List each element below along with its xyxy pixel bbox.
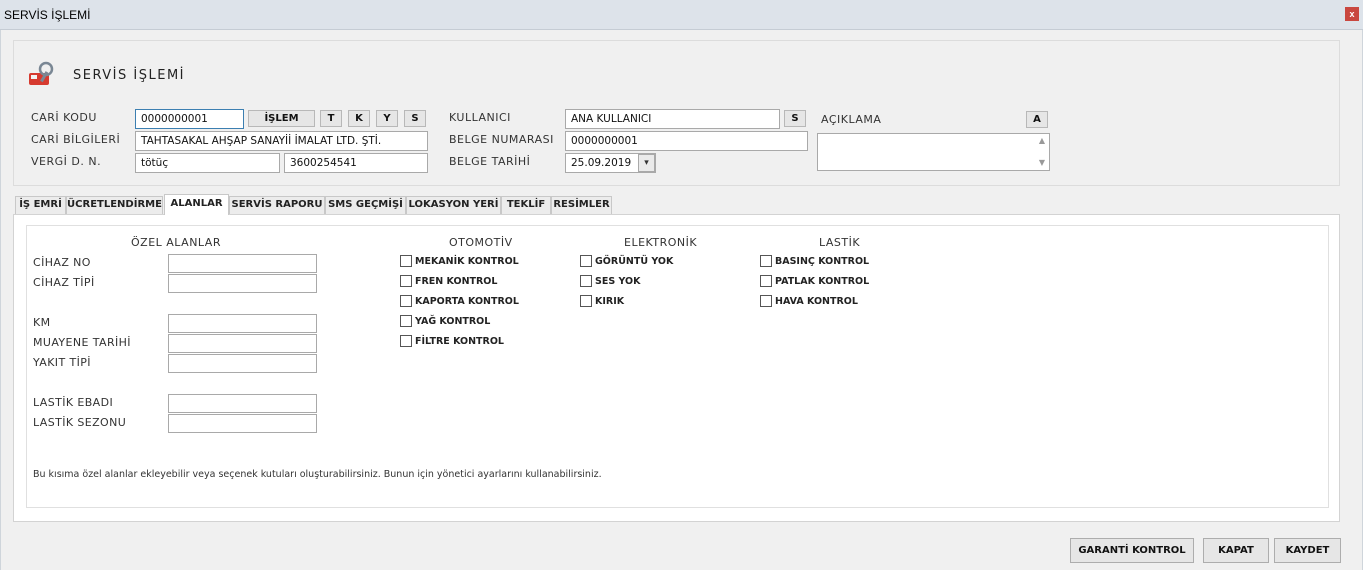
fren-kontrol-checkbox[interactable]: FREN KONTROL <box>400 275 497 287</box>
cari-kodu-input[interactable]: 0000000001 <box>135 109 244 129</box>
tab-servis-raporu[interactable]: SERVİS RAPORU <box>229 196 325 214</box>
tab-lokasyon-yeri[interactable]: LOKASYON YERİ <box>406 196 501 214</box>
vergi-label: VERGİ D. N. <box>31 155 102 168</box>
garanti-kontrol-button[interactable]: GARANTİ KONTROL <box>1070 538 1194 563</box>
lastik-title: LASTİK <box>819 236 861 249</box>
kullanici-s-button[interactable]: S <box>784 110 806 127</box>
custom-fields-panel: ÖZEL ALANLAR CİHAZ NO CİHAZ TİPİ KM MUAY… <box>26 225 1329 508</box>
otomotiv-title: OTOMOTİV <box>449 236 513 249</box>
kullanici-input[interactable]: ANA KULLANICI <box>565 109 780 129</box>
km-input[interactable] <box>168 314 317 333</box>
scroll-up-icon[interactable]: ▲ <box>1037 136 1047 146</box>
kullanici-label: KULLANICI <box>449 111 511 124</box>
aciklama-textarea[interactable]: ▲ ▼ <box>817 133 1050 171</box>
cihaz-tipi-input[interactable] <box>168 274 317 293</box>
belge-tarihi-label: BELGE TARİHİ <box>449 155 531 168</box>
close-icon[interactable]: x <box>1345 7 1359 21</box>
k-button[interactable]: K <box>348 110 370 127</box>
hava-kontrol-checkbox[interactable]: HAVA KONTROL <box>760 295 858 307</box>
lastik-ebadi-input[interactable] <box>168 394 317 413</box>
tab-ucretlendirme[interactable]: ÜCRETLENDİRME <box>66 196 163 214</box>
aciklama-label: AÇIKLAMA <box>821 113 882 126</box>
cihaz-tipi-label: CİHAZ TİPİ <box>33 276 95 289</box>
page-title: SERVİS İŞLEMİ <box>73 68 185 83</box>
yag-kontrol-checkbox[interactable]: YAĞ KONTROL <box>400 315 490 327</box>
cihaz-no-label: CİHAZ NO <box>33 256 91 269</box>
km-label: KM <box>33 316 51 329</box>
islem-button[interactable]: İŞLEM <box>248 110 315 127</box>
scroll-down-icon[interactable]: ▼ <box>1037 158 1047 168</box>
yakit-tipi-input[interactable] <box>168 354 317 373</box>
header-panel: SERVİS İŞLEMİ CARİ KODU 0000000001 İŞLEM… <box>13 40 1340 186</box>
window-body: SERVİS İŞLEMİ CARİ KODU 0000000001 İŞLEM… <box>0 30 1363 570</box>
tab-teklif[interactable]: TEKLİF <box>501 196 551 214</box>
cihaz-no-input[interactable] <box>168 254 317 273</box>
cari-kodu-label: CARİ KODU <box>31 111 97 124</box>
lastik-sezonu-label: LASTİK SEZONU <box>33 416 127 429</box>
kirik-checkbox[interactable]: KIRIK <box>580 295 624 307</box>
muayene-tarihi-input[interactable] <box>168 334 317 353</box>
kaporta-kontrol-checkbox[interactable]: KAPORTA KONTROL <box>400 295 519 307</box>
window-title: SERVİS İŞLEMİ <box>4 8 91 22</box>
belge-numarasi-input[interactable]: 0000000001 <box>565 131 808 151</box>
s-button[interactable]: S <box>404 110 426 127</box>
vergi-dairesi-input[interactable]: tötüç <box>135 153 280 173</box>
goruntu-yok-checkbox[interactable]: GÖRÜNTÜ YOK <box>580 255 673 267</box>
elektronik-title: ELEKTRONİK <box>624 236 698 249</box>
kaydet-button[interactable]: KAYDET <box>1274 538 1341 563</box>
cari-bilgileri-input[interactable]: TAHTASAKAL AHŞAP SANAYİİ İMALAT LTD. ŞTİ… <box>135 131 428 151</box>
mekanik-kontrol-checkbox[interactable]: MEKANİK KONTROL <box>400 255 519 267</box>
belge-numarasi-label: BELGE NUMARASI <box>449 133 554 146</box>
info-note: Bu kısıma özel alanlar ekleyebilir veya … <box>33 469 602 480</box>
filtre-kontrol-checkbox[interactable]: FİLTRE KONTROL <box>400 335 504 347</box>
lastik-sezonu-input[interactable] <box>168 414 317 433</box>
ozel-alanlar-title: ÖZEL ALANLAR <box>131 236 221 249</box>
t-button[interactable]: T <box>320 110 342 127</box>
tab-alanlar[interactable]: ALANLAR <box>164 194 229 215</box>
tab-resimler[interactable]: RESİMLER <box>551 196 612 214</box>
cari-bilgileri-label: CARİ BİLGİLERİ <box>31 133 121 146</box>
date-dropdown-icon[interactable]: ▾ <box>638 154 655 172</box>
service-logo-icon <box>29 61 54 85</box>
muayene-tarihi-label: MUAYENE TARİHİ <box>33 336 131 349</box>
window-titlebar: SERVİS İŞLEMİ x <box>0 0 1363 30</box>
yakit-tipi-label: YAKIT TİPİ <box>33 356 91 369</box>
tab-is-emri[interactable]: İŞ EMRİ <box>15 196 66 214</box>
tab-sms-gecmisi[interactable]: SMS GEÇMİŞİ <box>325 196 406 214</box>
y-button[interactable]: Y <box>376 110 398 127</box>
lastik-ebadi-label: LASTİK EBADI <box>33 396 114 409</box>
kapat-button[interactable]: KAPAT <box>1203 538 1269 563</box>
vergi-numarasi-input[interactable]: 3600254541 <box>284 153 428 173</box>
basinc-kontrol-checkbox[interactable]: BASINÇ KONTROL <box>760 255 869 267</box>
ses-yok-checkbox[interactable]: SES YOK <box>580 275 640 287</box>
alanlar-panel: ÖZEL ALANLAR CİHAZ NO CİHAZ TİPİ KM MUAY… <box>13 214 1340 522</box>
aciklama-a-button[interactable]: A <box>1026 111 1048 128</box>
patlak-kontrol-checkbox[interactable]: PATLAK KONTROL <box>760 275 869 287</box>
